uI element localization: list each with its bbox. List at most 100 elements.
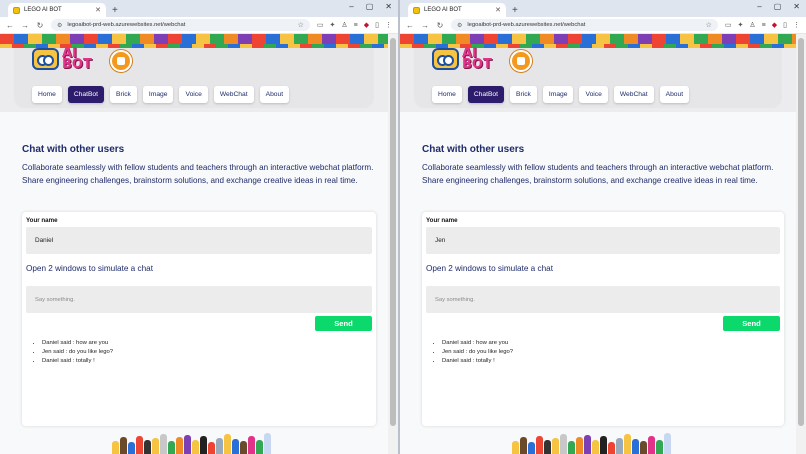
extensions-icon[interactable]: ✦ bbox=[738, 21, 744, 29]
send-button[interactable]: Send bbox=[315, 316, 372, 331]
page-title: Chat with other users bbox=[22, 144, 125, 155]
panel-icon[interactable]: ▯ bbox=[375, 21, 379, 29]
nav-brick[interactable]: Brick bbox=[510, 86, 537, 103]
nav-webchat[interactable]: WebChat bbox=[613, 86, 654, 103]
nav-image[interactable]: Image bbox=[142, 86, 174, 103]
chat-subtitle: Open 2 windows to simulate a chat bbox=[426, 264, 553, 273]
name-label: Your name bbox=[426, 217, 458, 224]
tab-strip: LEGO AI BOT ✕ + – ▢ ✕ bbox=[400, 0, 806, 17]
site-logo[interactable]: AI BOT bbox=[32, 47, 92, 72]
robot-logo-icon bbox=[32, 48, 59, 70]
page-intro: Collaborate seamlessly with fellow stude… bbox=[422, 163, 774, 185]
site-logo[interactable]: AI BOT bbox=[432, 47, 492, 72]
cast-icon[interactable]: ▭ bbox=[725, 21, 732, 29]
close-tab-icon[interactable]: ✕ bbox=[95, 6, 101, 14]
logo-text-bot: BOT bbox=[62, 57, 92, 72]
page-scrollbar[interactable] bbox=[388, 34, 398, 454]
reload-icon[interactable]: ↻ bbox=[36, 21, 44, 30]
extension-red-icon[interactable]: ◆ bbox=[364, 21, 369, 29]
close-window-icon[interactable]: ✕ bbox=[385, 2, 392, 11]
forward-icon[interactable]: → bbox=[421, 21, 429, 30]
name-input[interactable] bbox=[426, 227, 780, 254]
tab-title: LEGO AI BOT bbox=[24, 7, 62, 13]
message-list: Daniel said : how are you Jen said : do … bbox=[442, 339, 513, 366]
chat-subtitle: Open 2 windows to simulate a chat bbox=[26, 264, 153, 273]
address-bar[interactable]: ⚙ legoaibot-prd-web.azurewebsites.net/we… bbox=[451, 19, 718, 31]
message-input[interactable] bbox=[26, 286, 372, 313]
site-info-icon[interactable]: ⚙ bbox=[457, 22, 462, 29]
new-tab-icon[interactable]: + bbox=[112, 5, 118, 16]
nav-home[interactable]: Home bbox=[32, 86, 62, 103]
lego-robot-icon bbox=[510, 50, 532, 72]
menu-icon[interactable]: ⋮ bbox=[385, 21, 392, 29]
extension-red-icon[interactable]: ◆ bbox=[772, 21, 777, 29]
browser-toolbar: ← → ↻ ⚙ legoaibot-prd-web.azurewebsites.… bbox=[400, 17, 806, 34]
nav-webchat[interactable]: WebChat bbox=[213, 86, 254, 103]
nav-image[interactable]: Image bbox=[542, 86, 574, 103]
new-tab-icon[interactable]: + bbox=[512, 5, 518, 16]
logo-text-bot: BOT bbox=[462, 57, 492, 72]
scrollbar-thumb[interactable] bbox=[798, 38, 804, 426]
chat-card: Your name Open 2 windows to simulate a c… bbox=[422, 212, 784, 426]
browser-tab[interactable]: LEGO AI BOT ✕ bbox=[408, 3, 506, 17]
send-button[interactable]: Send bbox=[723, 316, 780, 331]
maximize-icon[interactable]: ▢ bbox=[774, 2, 782, 11]
page-scrollbar[interactable] bbox=[796, 34, 806, 454]
profile-icon[interactable]: ♙ bbox=[749, 21, 755, 29]
bookmark-star-icon[interactable]: ☆ bbox=[706, 21, 712, 29]
message-input[interactable] bbox=[426, 286, 780, 313]
tab-strip: LEGO AI BOT ✕ + – ▢ ✕ bbox=[0, 0, 398, 17]
main-nav: Home ChatBot Brick Image Voice WebChat A… bbox=[432, 86, 690, 103]
reading-list-icon[interactable]: ≡ bbox=[354, 22, 358, 29]
web-page: AI BOT Home ChatBot Brick Image Voice We… bbox=[400, 34, 796, 454]
nav-voice[interactable]: Voice bbox=[579, 86, 608, 103]
message-item: Jen said : do you like lego? bbox=[42, 348, 113, 357]
main-content: Chat with other users Collaborate seamle… bbox=[0, 112, 388, 454]
window-controls: – ▢ ✕ bbox=[757, 2, 800, 11]
minimize-icon[interactable]: – bbox=[757, 2, 761, 11]
name-input[interactable] bbox=[26, 227, 372, 254]
panel-icon[interactable]: ▯ bbox=[783, 21, 787, 29]
reading-list-icon[interactable]: ≡ bbox=[762, 22, 766, 29]
close-window-icon[interactable]: ✕ bbox=[793, 2, 800, 11]
bookmark-star-icon[interactable]: ☆ bbox=[298, 21, 304, 29]
nav-voice[interactable]: Voice bbox=[179, 86, 208, 103]
extensions-icon[interactable]: ✦ bbox=[330, 21, 336, 29]
nav-about[interactable]: About bbox=[659, 86, 690, 103]
main-content: Chat with other users Collaborate seamle… bbox=[400, 112, 796, 454]
page-title: Chat with other users bbox=[422, 144, 525, 155]
cast-icon[interactable]: ▭ bbox=[317, 21, 324, 29]
robot-logo-icon bbox=[432, 48, 459, 70]
site-header: AI BOT Home ChatBot Brick Image Voice We… bbox=[0, 34, 388, 112]
desktop: LEGO AI BOT ✕ + – ▢ ✕ ← → ↻ ⚙ legoaibot-… bbox=[0, 0, 806, 454]
message-item: Daniel said : totally ! bbox=[442, 357, 513, 366]
site-header: AI BOT Home ChatBot Brick Image Voice We… bbox=[400, 34, 796, 112]
address-bar[interactable]: ⚙ legoaibot-prd-web.azurewebsites.net/we… bbox=[51, 19, 310, 31]
page-intro: Collaborate seamlessly with fellow stude… bbox=[22, 163, 374, 185]
maximize-icon[interactable]: ▢ bbox=[366, 2, 374, 11]
profile-icon[interactable]: ♙ bbox=[341, 21, 347, 29]
browser-window-left: LEGO AI BOT ✕ + – ▢ ✕ ← → ↻ ⚙ legoaibot-… bbox=[0, 0, 398, 454]
site-info-icon[interactable]: ⚙ bbox=[57, 22, 62, 29]
menu-icon[interactable]: ⋮ bbox=[793, 21, 800, 29]
forward-icon[interactable]: → bbox=[21, 21, 29, 30]
back-icon[interactable]: ← bbox=[6, 21, 14, 30]
close-tab-icon[interactable]: ✕ bbox=[495, 6, 501, 14]
nav-home[interactable]: Home bbox=[432, 86, 462, 103]
back-icon[interactable]: ← bbox=[406, 21, 414, 30]
message-item: Daniel said : totally ! bbox=[42, 357, 113, 366]
message-list: Daniel said : how are you Jen said : do … bbox=[42, 339, 113, 366]
nav-brick[interactable]: Brick bbox=[110, 86, 137, 103]
name-label: Your name bbox=[26, 217, 58, 224]
nav-about[interactable]: About bbox=[259, 86, 290, 103]
nav-chatbot[interactable]: ChatBot bbox=[67, 86, 105, 103]
chat-card: Your name Open 2 windows to simulate a c… bbox=[22, 212, 376, 426]
browser-toolbar: ← → ↻ ⚙ legoaibot-prd-web.azurewebsites.… bbox=[0, 17, 398, 34]
browser-tab[interactable]: LEGO AI BOT ✕ bbox=[8, 3, 106, 17]
nav-chatbot[interactable]: ChatBot bbox=[467, 86, 505, 103]
reload-icon[interactable]: ↻ bbox=[436, 21, 444, 30]
minimize-icon[interactable]: – bbox=[349, 2, 353, 11]
tab-title: LEGO AI BOT bbox=[424, 7, 462, 13]
url-text: legoaibot-prd-web.azurewebsites.net/webc… bbox=[67, 22, 186, 28]
scrollbar-thumb[interactable] bbox=[390, 38, 396, 426]
